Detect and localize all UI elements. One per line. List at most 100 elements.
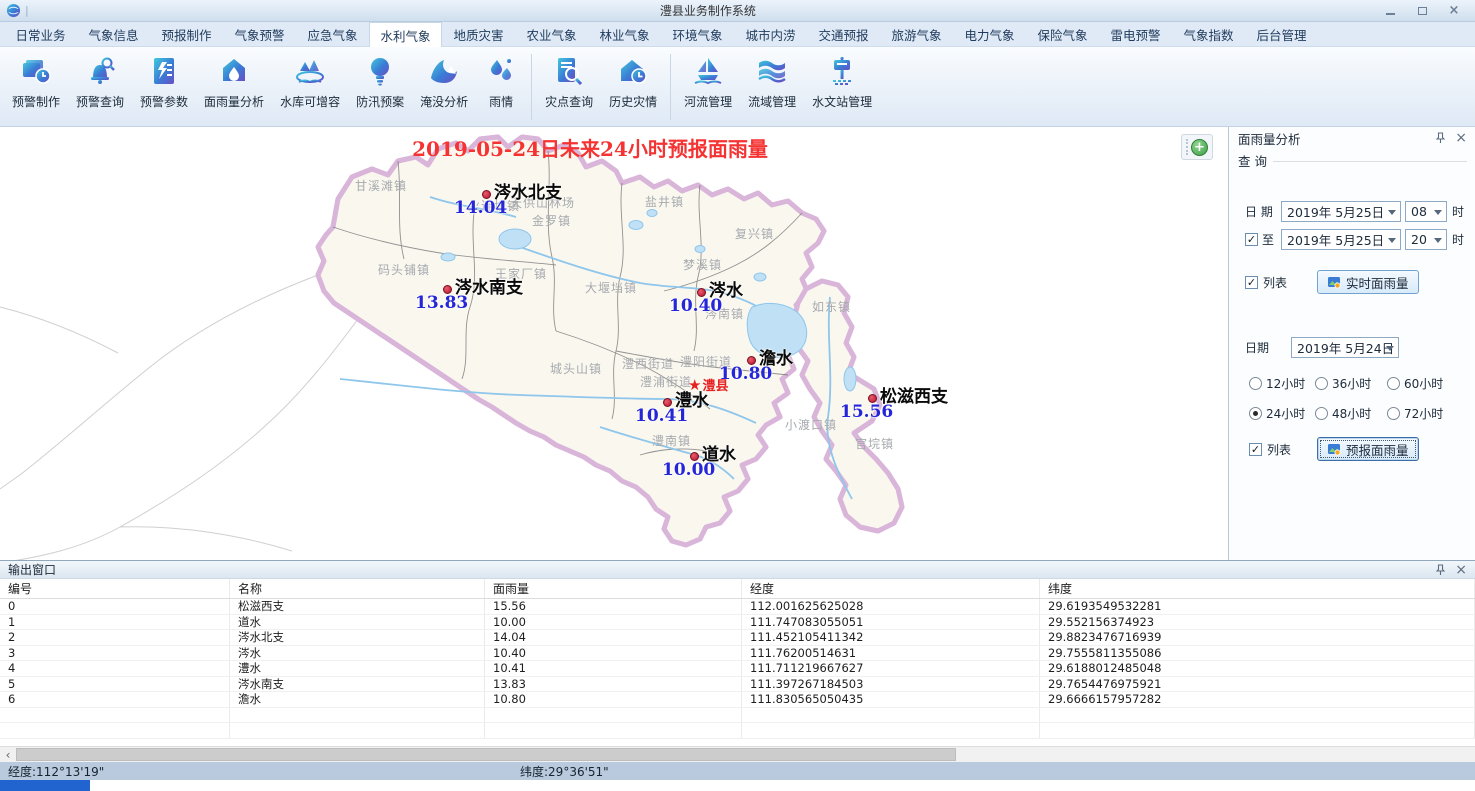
toolbar-button-水库可增容[interactable]: 水库可增容 <box>272 52 348 110</box>
menu-tab-城市内涝[interactable]: 城市内涝 <box>734 22 807 46</box>
toolbar-button-预警制作[interactable]: 预警制作 <box>4 52 68 110</box>
toolbar-button-预警参数[interactable]: 预警参数 <box>132 52 196 110</box>
menu-tab-交通预报[interactable]: 交通预报 <box>807 22 880 46</box>
menu-tab-电力气象[interactable]: 电力气象 <box>953 22 1026 46</box>
panel-close-icon[interactable]: × <box>1455 130 1467 146</box>
basin-icon <box>755 54 789 88</box>
menu-tab-预报制作[interactable]: 预报制作 <box>150 22 223 46</box>
minimize-button[interactable] <box>1383 5 1397 17</box>
table-row[interactable]: 0松滋西支15.56112.00162562502829.61935495322… <box>0 599 1475 615</box>
toolbar-button-label: 雨情 <box>489 93 513 110</box>
table-row[interactable]: 5涔水南支13.83111.39726718450329.76544769759… <box>0 677 1475 693</box>
toolbar-button-面雨量分析[interactable]: 面雨量分析 <box>196 52 272 110</box>
realtime-rain-button[interactable]: 实时面雨量 <box>1317 270 1419 294</box>
menu-tab-农业气象[interactable]: 农业气象 <box>515 22 588 46</box>
close-button[interactable]: × <box>1447 5 1461 17</box>
forecast-date-select[interactable]: 2019年 5月24日 <box>1291 337 1399 358</box>
menu-tab-气象信息[interactable]: 气象信息 <box>77 22 150 46</box>
menu-tab-保险气象[interactable]: 保险气象 <box>1026 22 1099 46</box>
radio-60h[interactable]: 60小时 <box>1387 375 1443 392</box>
radio-24h[interactable]: 24小时 <box>1249 405 1315 422</box>
menu-tab-环境气象[interactable]: 环境气象 <box>661 22 734 46</box>
realtime-list-checkbox[interactable]: ✓ <box>1245 276 1258 289</box>
forecast-list-checkbox[interactable]: ✓ <box>1249 443 1262 456</box>
rain-info-icon <box>484 54 518 88</box>
realtime-hour-select[interactable]: 08 <box>1405 201 1447 222</box>
table-cell: 4 <box>0 661 230 676</box>
town-label-城头山镇: 城头山镇 <box>550 360 602 377</box>
toolbar-button-label: 防汛预案 <box>356 93 404 110</box>
scrollbar-thumb[interactable] <box>16 748 956 761</box>
list-label: 列表 <box>1267 441 1291 458</box>
bottom-strip <box>0 780 1475 791</box>
table-cell: 111.76200514631 <box>742 646 1040 661</box>
output-header: 输出窗口 × <box>0 561 1475 579</box>
toolbar-button-水文站管理[interactable]: 水文站管理 <box>804 52 880 110</box>
realtime-date-select[interactable]: 2019年 5月25日 <box>1281 201 1401 222</box>
table-cell: 14.04 <box>485 630 742 645</box>
drag-handle-icon[interactable] <box>1186 139 1188 155</box>
toolbar-button-防汛预案[interactable]: 防汛预案 <box>348 52 412 110</box>
pin-icon[interactable] <box>1436 132 1445 144</box>
menu-tab-旅游气象[interactable]: 旅游气象 <box>880 22 953 46</box>
table-cell <box>0 708 230 723</box>
toolbar-ribbon: 预警制作预警查询预警参数面雨量分析水库可增容防汛预案淹没分析雨情 灾点查询历史灾情… <box>0 47 1475 127</box>
table-row[interactable]: 1道水10.00111.74708305505129.552156374923 <box>0 615 1475 631</box>
menu-tab-雷电预警[interactable]: 雷电预警 <box>1099 22 1172 46</box>
pin-icon[interactable] <box>1436 564 1445 576</box>
table-row[interactable]: 2涔水北支14.04111.45210541134229.88234767169… <box>0 630 1475 646</box>
maximize-button[interactable] <box>1415 5 1429 17</box>
toolbar-button-雨情[interactable]: 雨情 <box>476 52 526 110</box>
table-cell: 1 <box>0 615 230 630</box>
table-row[interactable] <box>0 708 1475 724</box>
table-cell: 涔水北支 <box>230 630 485 645</box>
table-row[interactable] <box>0 723 1475 739</box>
realtime-to-hour-select[interactable]: 20 <box>1405 229 1447 250</box>
column-header: 面雨量 <box>485 579 742 598</box>
table-row[interactable]: 6澹水10.80111.83056505043529.6666157957282 <box>0 692 1475 708</box>
toolbar-button-历史灾情[interactable]: 历史灾情 <box>601 52 665 110</box>
table-cell <box>230 708 485 723</box>
toolbar-button-流域管理[interactable]: 流域管理 <box>740 52 804 110</box>
menu-tab-林业气象[interactable]: 林业气象 <box>588 22 661 46</box>
table-row[interactable]: 4澧水10.41111.71121966762729.6188012485048 <box>0 661 1475 677</box>
disaster-history-icon <box>616 54 650 88</box>
rain-analysis-panel: 面雨量分析 × 查 询 日 期 2019年 5月25日 08 时 ✓ 至 <box>1228 127 1475 560</box>
town-label-澧南镇: 澧南镇 <box>652 432 691 449</box>
table-row[interactable]: 3涔水10.40111.7620051463129.7555811355086 <box>0 646 1475 662</box>
table-cell: 112.001625625028 <box>742 599 1040 614</box>
table-cell: 29.6188012485048 <box>1040 661 1475 676</box>
menu-tab-后台管理[interactable]: 后台管理 <box>1245 22 1318 46</box>
realtime-to-date-select[interactable]: 2019年 5月25日 <box>1281 229 1401 250</box>
horizontal-scrollbar[interactable]: ‹ <box>0 746 1475 762</box>
table-cell: 111.830565050435 <box>742 692 1040 707</box>
menu-tab-气象预警[interactable]: 气象预警 <box>223 22 296 46</box>
radio-48h[interactable]: 48小时 <box>1315 405 1387 422</box>
county-map[interactable] <box>0 127 1228 560</box>
menu-tab-日常业务[interactable]: 日常业务 <box>4 22 77 46</box>
menu-tab-气象指数[interactable]: 气象指数 <box>1172 22 1245 46</box>
county-seat-marker: ★ 澧县 <box>688 375 728 394</box>
alert-search-icon <box>83 54 117 88</box>
scroll-left-arrow-icon[interactable]: ‹ <box>0 747 16 762</box>
forecast-rain-button[interactable]: 预报面雨量 <box>1317 437 1419 461</box>
toolbar-button-label: 水库可增容 <box>280 93 340 110</box>
map-area[interactable]: 2019-05-24日未来24小时预报面雨量 甘溪滩镇火连坡镇天供山林场金罗镇盐… <box>0 127 1228 560</box>
add-overlay-button[interactable]: + <box>1191 139 1208 156</box>
to-checkbox[interactable]: ✓ <box>1245 233 1258 246</box>
menu-tab-地质灾害[interactable]: 地质灾害 <box>442 22 515 46</box>
toolbar-button-淹没分析[interactable]: 淹没分析 <box>412 52 476 110</box>
menu-tab-水利气象[interactable]: 水利气象 <box>369 22 442 47</box>
toolbar-button-label: 预警参数 <box>140 93 188 110</box>
area-rain-icon <box>217 54 251 88</box>
menu-tab-应急气象[interactable]: 应急气象 <box>296 22 369 46</box>
radio-72h[interactable]: 72小时 <box>1387 405 1443 422</box>
toolbar-button-灾点查询[interactable]: 灾点查询 <box>537 52 601 110</box>
output-close-icon[interactable]: × <box>1455 562 1467 578</box>
hour-unit-label: 时 <box>1452 231 1464 248</box>
toolbar-button-河流管理[interactable]: 河流管理 <box>676 52 740 110</box>
toolbar-button-预警查询[interactable]: 预警查询 <box>68 52 132 110</box>
radio-12h[interactable]: 12小时 <box>1249 375 1315 392</box>
radio-36h[interactable]: 36小时 <box>1315 375 1387 392</box>
status-latitude: 纬度:29°36'51" <box>520 763 609 780</box>
